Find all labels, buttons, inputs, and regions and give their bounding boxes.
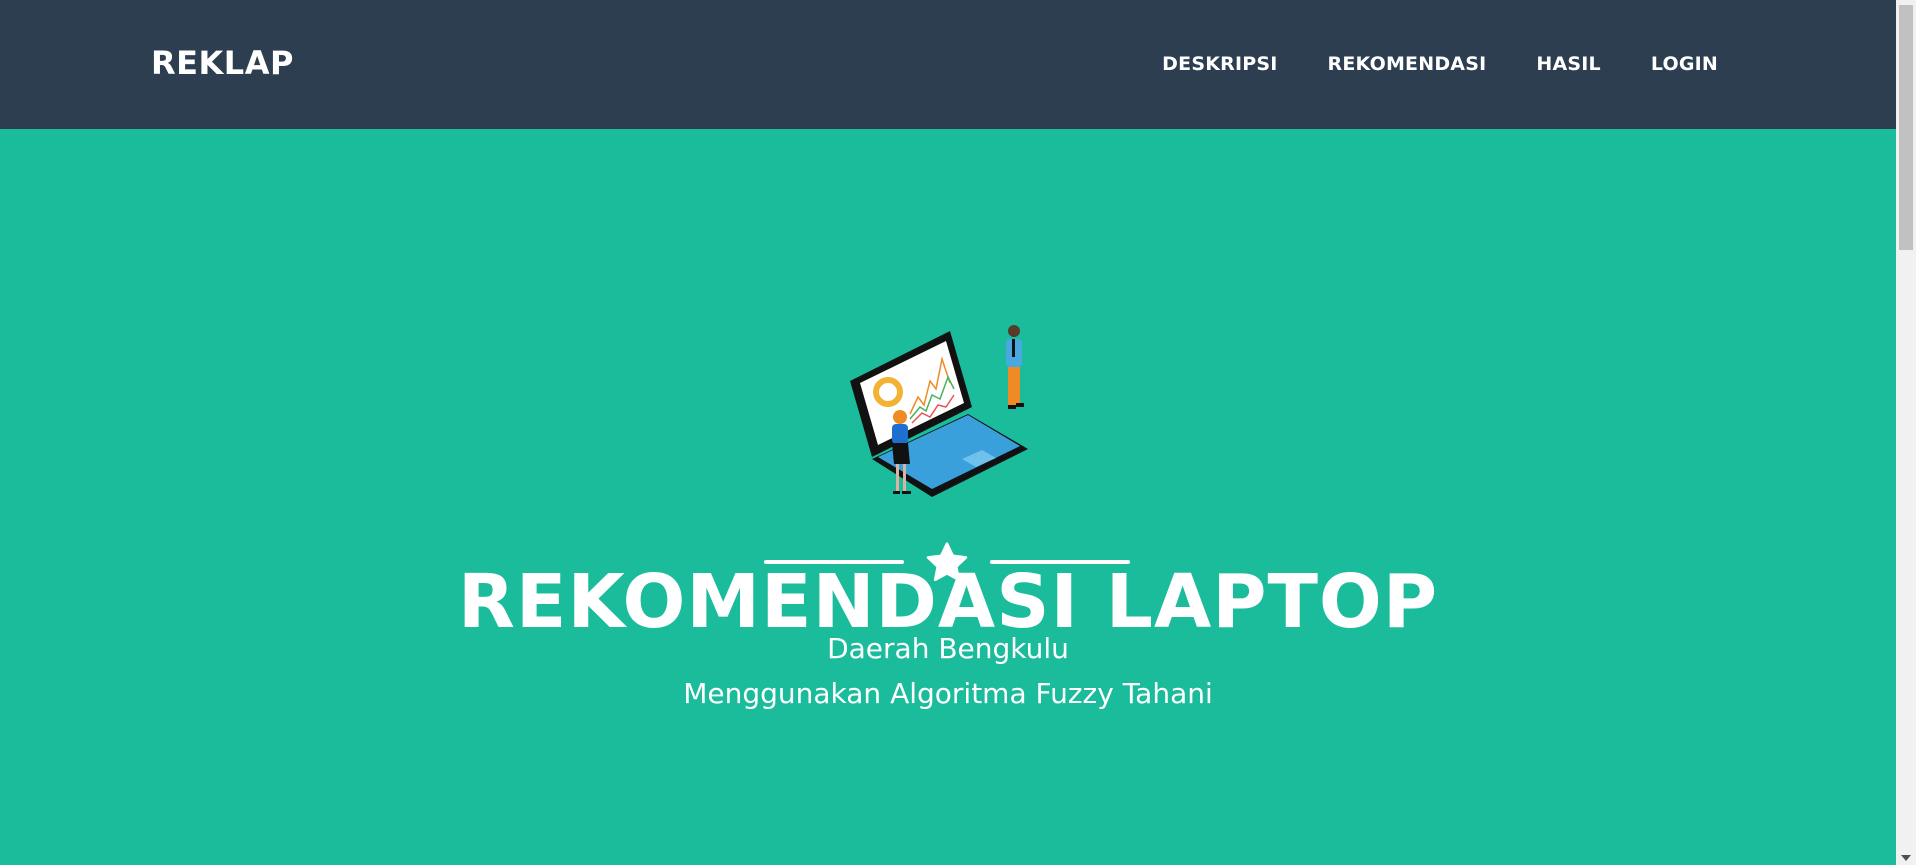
nav-link-deskripsi[interactable]: DESKRIPSI [1137, 51, 1302, 77]
hero-subtitle-line2: Menggunakan Algoritma Fuzzy Tahani [683, 677, 1213, 710]
hero-subtitle-line1: Daerah Bengkulu [827, 632, 1069, 665]
nav-link-hasil[interactable]: HASIL [1511, 51, 1625, 77]
scroll-down-arrow-icon[interactable] [1901, 855, 1911, 861]
page-scrollbar[interactable] [1896, 0, 1916, 865]
nav-link-rekomendasi[interactable]: REKOMENDASI [1303, 51, 1512, 77]
nav-links: DESKRIPSI REKOMENDASI HASIL LOGIN [1137, 51, 1718, 77]
star-icon [926, 542, 968, 582]
masthead: REKOMENDASI LAPTOP [0, 129, 1896, 865]
scrollbar-thumb[interactable] [1899, 5, 1913, 250]
nav-link-login[interactable]: LOGIN [1626, 51, 1718, 77]
divider-line-right [990, 560, 1130, 564]
navbar: REKLAP DESKRIPSI REKOMENDASI HASIL LOGIN [0, 0, 1896, 129]
star-divider [764, 541, 1130, 583]
laptop-analytics-illustration [850, 325, 1028, 497]
brand-logo-link[interactable]: REKLAP [151, 44, 294, 82]
divider-line-left [764, 560, 904, 564]
